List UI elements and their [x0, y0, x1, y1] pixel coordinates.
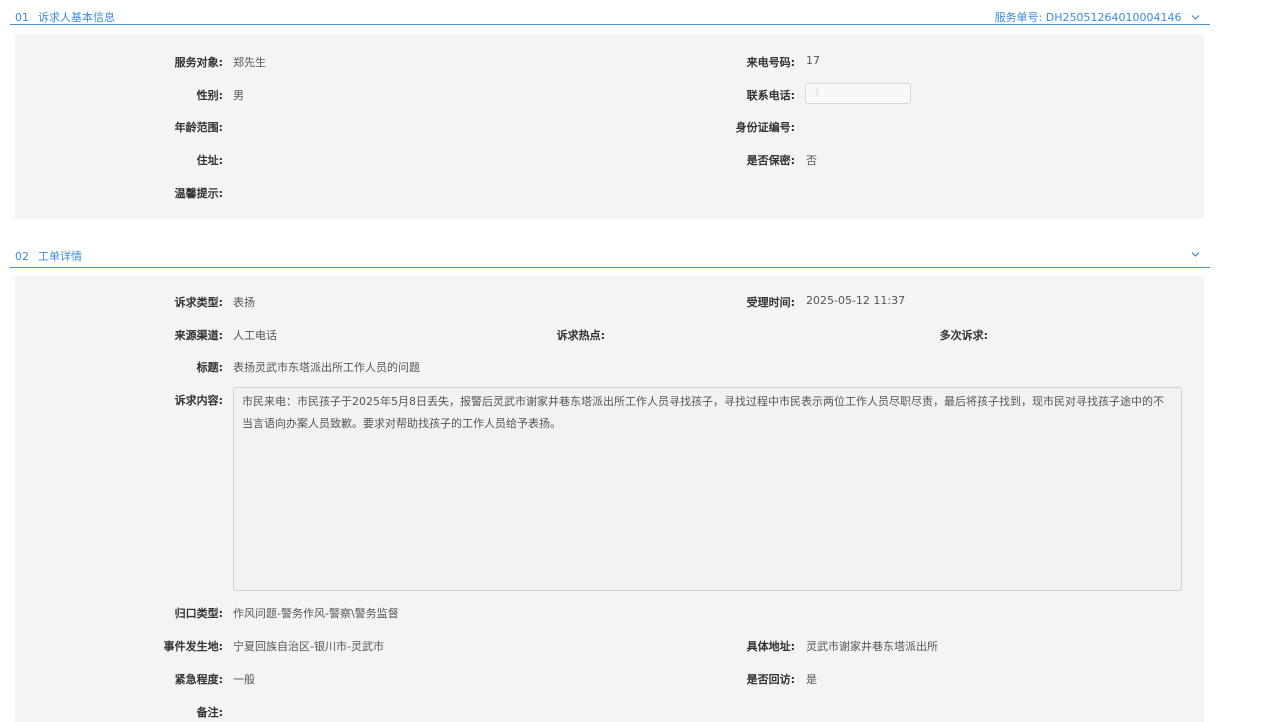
address-label: 住址:	[196, 154, 223, 167]
complaint-content-label: 诉求内容:	[174, 394, 223, 407]
source-channel-label: 来源渠道:	[174, 329, 223, 342]
tip-label: 温馨提示:	[174, 187, 223, 200]
event-location-label: 事件发生地:	[163, 640, 223, 653]
complaint-content-textarea[interactable]: 市民来电：市民孩子于2025年5月8日丢失，报警后灵武市谢家井巷东塔派出所工作人…	[233, 387, 1182, 591]
source-channel-value: 人工电话	[233, 329, 277, 342]
service-target-label: 服务对象:	[174, 56, 223, 69]
revisit-value: 是	[806, 673, 817, 686]
id-number-label: 身份证编号:	[735, 121, 795, 134]
urgency-label: 紧急程度:	[174, 673, 223, 686]
section-order-details-title: 02 工单详情	[15, 248, 82, 264]
contact-phone-field[interactable]: 1	[805, 83, 911, 104]
service-number-toggle[interactable]: 服务单号: DH25051264010004146	[995, 9, 1200, 25]
section-title-text: 诉求人基本信息	[38, 11, 115, 24]
gender-value: 男	[233, 89, 244, 102]
confidential-label: 是否保密:	[746, 154, 795, 167]
complaint-type-value: 表扬	[233, 296, 255, 309]
age-range-label: 年龄范围:	[174, 121, 223, 134]
section-basic-info-header[interactable]: 01 诉求人基本信息 服务单号: DH25051264010004146	[10, 5, 1210, 25]
revisit-label: 是否回访:	[746, 673, 795, 686]
gender-label: 性别:	[196, 89, 223, 102]
accept-time-value: 2025-05-12 11:37	[806, 294, 906, 307]
specific-address-label: 具体地址:	[746, 640, 795, 653]
subject-value: 表扬灵武市东塔派出所工作人员的问题	[233, 361, 420, 374]
remark-label: 备注:	[196, 706, 223, 719]
repeat-complaint-label: 多次诉求:	[939, 329, 988, 342]
subject-label: 标题:	[196, 361, 223, 374]
service-number-value: DH25051264010004146	[1045, 11, 1182, 24]
caller-number-label: 来电号码:	[746, 56, 795, 69]
section-collapse-toggle[interactable]	[1185, 248, 1200, 261]
category-value: 作风问题-警务作风-警察\警务监督	[233, 607, 399, 620]
service-target-value: 郑先生	[233, 56, 266, 69]
section-number: 02	[15, 250, 29, 263]
complaint-type-label: 诉求类型:	[174, 296, 223, 309]
accept-time-label: 受理时间:	[746, 296, 795, 309]
confidential-value: 否	[806, 154, 817, 167]
specific-address-value: 灵武市谢家井巷东塔派出所	[806, 640, 938, 653]
caller-number-value: 17	[806, 54, 820, 67]
hotspot-label: 诉求热点:	[556, 329, 605, 342]
contact-phone-label: 联系电话:	[746, 89, 795, 102]
event-location-value: 宁夏回族自治区-银川市-灵武市	[233, 640, 384, 653]
section-order-details-header[interactable]: 02 工单详情	[10, 244, 1210, 268]
section-title-text: 工单详情	[38, 250, 82, 263]
urgency-value: 一般	[233, 673, 255, 686]
service-number-label: 服务单号:	[994, 11, 1043, 24]
contact-phone-value: 1	[814, 87, 821, 98]
chevron-down-icon[interactable]	[1191, 14, 1200, 21]
chevron-down-icon[interactable]	[1191, 251, 1200, 258]
section-basic-info-title: 01 诉求人基本信息	[15, 9, 115, 25]
category-label: 归口类型:	[174, 607, 223, 620]
section-number: 01	[15, 11, 29, 24]
